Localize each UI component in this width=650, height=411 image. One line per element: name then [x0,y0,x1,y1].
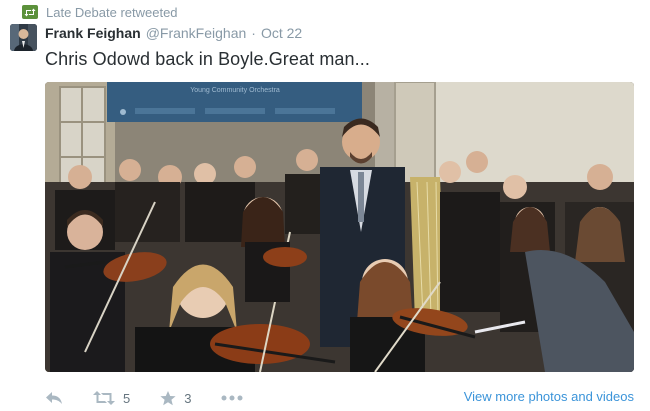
retweet-context[interactable]: Late Debate retweeted [22,4,178,20]
banner-text: Young Community Orchestra [190,87,280,94]
reply-button[interactable] [45,391,63,405]
star-icon [160,390,176,405]
tweet-timestamp[interactable]: Oct 22 [261,25,302,41]
retweet-context-label: Late Debate retweeted [46,4,178,20]
favorite-count: 3 [184,390,192,406]
header-separator: · [251,25,256,41]
avatar[interactable] [10,24,37,51]
reply-icon [46,392,62,404]
tweet-photo[interactable]: Young Community Orchestra [45,82,634,372]
author-handle[interactable]: @FrankFeighan [146,25,247,41]
tweet-text: Chris Odowd back in Boyle.Great man... [45,49,370,69]
retweet-count: 5 [123,390,131,406]
more-button[interactable] [221,395,243,401]
retweet-icon [93,391,115,405]
favorite-button[interactable]: 3 [160,390,192,406]
tweet-header: Frank Feighan @FrankFeighan · Oct 22 [45,25,302,41]
author-full-name[interactable]: Frank Feighan [45,25,141,41]
view-more-photos-link[interactable]: View more photos and videos [464,389,634,404]
tweet-actions: 5 3 [45,388,273,408]
retweet-context-icon [22,5,38,19]
retweet-button[interactable]: 5 [93,391,130,406]
photo-scene: Young Community Orchestra [45,82,634,372]
more-dots-icon [221,395,243,401]
